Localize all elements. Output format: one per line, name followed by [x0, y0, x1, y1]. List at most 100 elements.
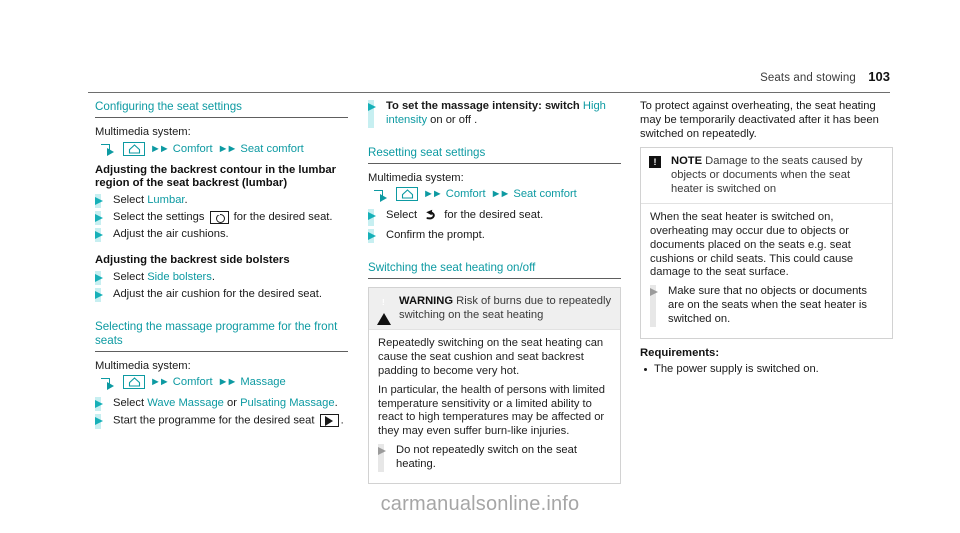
chevron-double-icon-5: ►► [423, 188, 443, 201]
nav-path-reset: ►► Comfort ►► Seat comfort [374, 187, 621, 202]
watermark-text: carmanualsonline.info [380, 493, 580, 515]
chevron-double-icon-3: ►► [150, 376, 170, 389]
menu-link-side-bolsters[interactable]: Side bolsters [147, 271, 212, 283]
warning-title-text: WARNING Risk of burns due to repeatedly … [399, 295, 612, 322]
chevron-double-icon-4: ►► [217, 376, 238, 389]
triangle-bullet-icon [650, 288, 658, 297]
step-start-programme: Start the programme for the desired seat… [95, 414, 348, 429]
step-text-suffix: . [334, 397, 338, 410]
label-multimedia-system-3: Multimedia system: [368, 171, 464, 184]
step-select-lumbar: Select Lumbar. [95, 193, 348, 208]
note-box-body: When the seat heater is switched on, ove… [641, 203, 892, 337]
step-text-prefix: Select [113, 397, 148, 410]
step-adjust-air-cushions: Adjust the air cushions. [95, 227, 348, 242]
step-text-prefix: Select the settings [113, 210, 208, 223]
label-requirements: Requirements: [640, 346, 720, 359]
step-text-prefix: Start the programme for the desired seat [113, 414, 318, 427]
corner-arrow-icon [101, 377, 118, 390]
nav-path-massage: ►► Comfort ►► Massage [101, 375, 348, 390]
column-right: To protect against overheating, the seat… [640, 100, 893, 379]
note-box-header: ! NOTE Damage to the seats caused by obj… [641, 148, 892, 204]
heading-massage-programme: Selecting the massage programme for the … [95, 320, 348, 352]
step-text-prefix: Select [386, 209, 421, 222]
step-text-prefix: Select [113, 270, 148, 283]
step-text-suffix: on or off . [427, 113, 478, 126]
step-text-suffix: . [184, 193, 188, 206]
menu-link-wave-massage[interactable]: Wave Massage [147, 397, 224, 409]
step-text-mid: or [223, 397, 241, 410]
note-title-text: NOTE Damage to the seats caused by objec… [671, 155, 884, 196]
corner-arrow-icon [101, 143, 118, 157]
triangle-bullet-icon [378, 446, 386, 455]
triangle-bullet-icon [95, 273, 103, 282]
warning-triangle-icon [377, 295, 392, 326]
note-label: NOTE [671, 155, 703, 168]
warning-box: WARNING Risk of burns due to repeatedly … [368, 287, 621, 484]
triangle-bullet-icon [95, 290, 103, 299]
warning-box-body: Repeatedly switching on the seat heating… [369, 329, 620, 482]
nav-step-comfort-2[interactable]: Comfort [173, 376, 213, 388]
warning-paragraph-2: In particular, the health of persons wit… [378, 383, 605, 438]
requirement-item: The power supply is switched on. [640, 363, 893, 377]
corner-arrow-icon [374, 189, 391, 202]
home-icon [396, 187, 418, 202]
warning-paragraph-1: Repeatedly switching on the seat heating… [378, 337, 604, 377]
step-adjust-air-cushion-seat: Adjust the air cushion for the desired s… [95, 287, 348, 302]
step-text: Adjust the air cushions. [113, 227, 229, 240]
triangle-bullet-icon [95, 213, 103, 222]
note-paragraph-1: When the seat heater is switched on, ove… [650, 211, 854, 279]
play-icon[interactable] [319, 414, 339, 428]
note-action-text: Make sure that no objects or documents a… [668, 285, 868, 325]
step-text-prefix: Select [113, 193, 148, 206]
step-select-reset: Select for the desired seat. [368, 209, 621, 227]
warning-label: WARNING [399, 295, 454, 308]
nav-step-seat-comfort-2[interactable]: Seat comfort [513, 188, 576, 200]
heading-configuring-seat-settings: Configuring the seat settings [95, 100, 348, 118]
paragraph-overheating-protection: To protect against overheating, the seat… [640, 100, 879, 140]
menu-link-lumbar[interactable]: Lumbar [147, 194, 184, 206]
undo-arrow-icon[interactable] [423, 209, 438, 226]
menu-link-pulsating-massage[interactable]: Pulsating Massage [240, 397, 335, 409]
nav-path-seat-comfort: ►► Comfort ►► Seat comfort [101, 141, 348, 157]
step-confirm-prompt: Confirm the prompt. [368, 229, 621, 244]
chevron-double-icon-2: ►► [217, 142, 238, 155]
note-action-item: Make sure that no objects or documents a… [650, 285, 883, 327]
step-text-bold: To set the massage intensity: switch [386, 100, 583, 112]
home-icon [123, 375, 145, 390]
nav-step-comfort-3[interactable]: Comfort [446, 188, 486, 200]
step-text-suffix: . [211, 270, 215, 283]
step-text: Confirm the prompt. [386, 229, 485, 242]
warning-action-item: Do not repeatedly switch on the seat hea… [378, 443, 611, 472]
note-exclamation-icon: ! [649, 155, 664, 196]
home-icon [123, 141, 145, 156]
nav-step-massage[interactable]: Massage [240, 376, 285, 388]
step-text: Adjust the air cushion for the desired s… [113, 287, 322, 300]
triangle-bullet-icon [368, 103, 376, 111]
triangle-bullet-icon [368, 232, 376, 241]
step-select-massage-type: Select Wave Massage or Pulsating Massage… [95, 397, 348, 412]
heading-resetting-seat-settings: Resetting seat settings [368, 146, 621, 164]
nav-step-comfort[interactable]: Comfort [173, 143, 213, 155]
triangle-bullet-icon [95, 400, 103, 409]
step-select-side-bolsters: Select Side bolsters. [95, 270, 348, 285]
header-divider [88, 92, 890, 93]
step-select-settings: Select the settings for the desired seat… [95, 210, 348, 225]
chevron-double-icon-6: ►► [490, 188, 511, 201]
note-box: ! NOTE Damage to the seats caused by obj… [640, 147, 893, 339]
triangle-bullet-icon [95, 230, 103, 239]
header-chapter-title: Seats and stowing [760, 72, 856, 84]
heading-seat-heating-on-off: Switching the seat heating on/off [368, 261, 621, 280]
triangle-bullet-icon [368, 212, 376, 221]
step-text-suffix: for the desired seat. [441, 209, 544, 222]
step-text-suffix: . [340, 414, 344, 427]
label-multimedia-system-1: Multimedia system: [95, 126, 191, 138]
column-left: Configuring the seat settings Multimedia… [95, 100, 348, 432]
settings-gear-icon[interactable] [209, 210, 229, 224]
nav-step-seat-comfort[interactable]: Seat comfort [240, 143, 303, 155]
warning-box-header: WARNING Risk of burns due to repeatedly … [369, 288, 620, 330]
subheading-lumbar: Adjusting the backrest contour in the lu… [95, 163, 337, 190]
column-middle: To set the massage intensity: switch Hig… [368, 100, 621, 492]
step-text-suffix: for the desired seat. [230, 210, 333, 223]
label-multimedia-system-2: Multimedia system: [95, 359, 191, 372]
manual-page: Seats and stowing 103 Configuring the se… [0, 0, 960, 533]
